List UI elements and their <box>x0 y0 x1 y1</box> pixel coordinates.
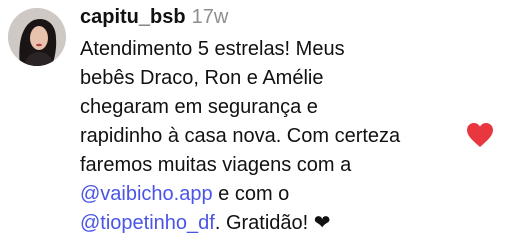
heart-icon <box>467 123 493 147</box>
comment-timestamp[interactable]: 17w <box>192 6 229 28</box>
comment-header: capitu_bsb 17w <box>80 0 470 34</box>
comment-text-fragment: e com o <box>212 183 290 205</box>
comment-line: chegaram em segurança e <box>80 96 318 118</box>
avatar-image <box>8 8 66 66</box>
comment-text-fragment: . Gratidão! ❤ <box>214 212 331 234</box>
comment-line: bebês Draco, Ron e Amélie <box>80 67 324 89</box>
comment-text: Atendimento 5 estrelas! Meus bebês Draco… <box>80 35 470 238</box>
comment-line: rapidinho à casa nova. Com certeza <box>80 125 401 147</box>
comment-line: faremos muitas viagens com a <box>80 154 352 176</box>
comment-body: capitu_bsb 17w Atendimento 5 estrelas! Me… <box>80 0 470 238</box>
mention-link[interactable]: @vaibicho.app <box>80 183 213 205</box>
comment-line: @vaibicho.app e com o <box>80 180 470 209</box>
like-button[interactable] <box>466 122 494 148</box>
comment: capitu_bsb 17w Atendimento 5 estrelas! Me… <box>0 0 506 246</box>
mention-link[interactable]: @tiopetinho_df <box>80 212 215 234</box>
comment-line: Atendimento 5 estrelas! Meus <box>80 38 345 60</box>
avatar[interactable] <box>8 8 66 66</box>
comment-line: @tiopetinho_df. Gratidão! ❤ <box>80 209 470 238</box>
username-link[interactable]: capitu_bsb <box>80 6 186 28</box>
